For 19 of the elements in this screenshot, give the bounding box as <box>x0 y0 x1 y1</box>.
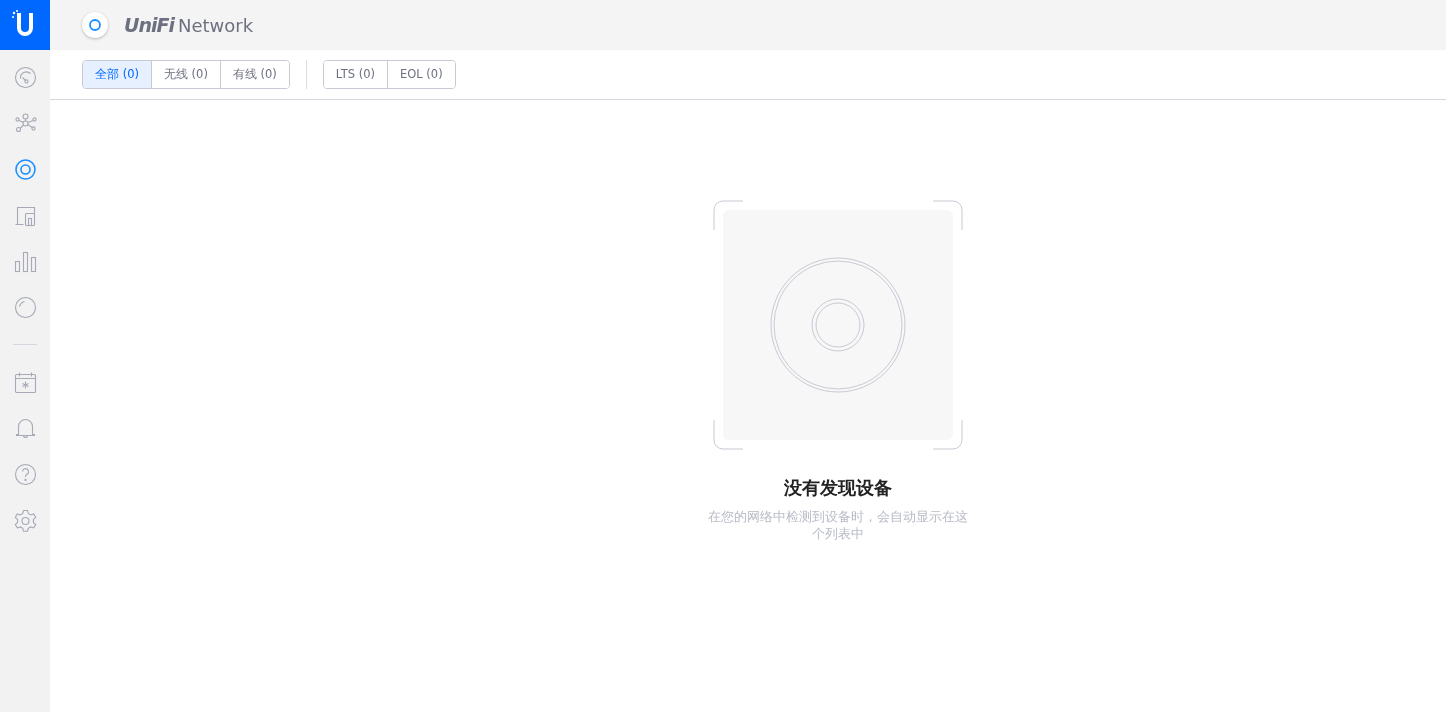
devices-icon <box>13 157 37 181</box>
help-icon <box>13 462 37 486</box>
topology-icon <box>13 111 37 135</box>
filter-tab[interactable]: EOL (0) <box>386 61 455 88</box>
dashboard-icon <box>13 65 37 89</box>
filter-tab[interactable]: 全部 (0) <box>83 61 151 88</box>
empty-state-title: 没有发现设备 <box>784 476 892 500</box>
brand-logo-text: UniFi <box>124 12 174 38</box>
circle-icon <box>13 295 37 319</box>
product-name: Network <box>177 13 254 38</box>
bar-chart-icon <box>13 249 37 273</box>
filter-tab[interactable]: 有线 (0) <box>219 61 289 88</box>
app-logo[interactable] <box>0 0 50 50</box>
access-point-icon <box>768 255 908 395</box>
calendar-icon <box>13 370 37 394</box>
settings-icon <box>13 508 37 532</box>
empty-state-message: 在您的网络中检测到设备时，会自动显示在这个列表中 <box>708 509 968 543</box>
device-icon <box>82 12 108 38</box>
bell-icon <box>13 416 37 440</box>
